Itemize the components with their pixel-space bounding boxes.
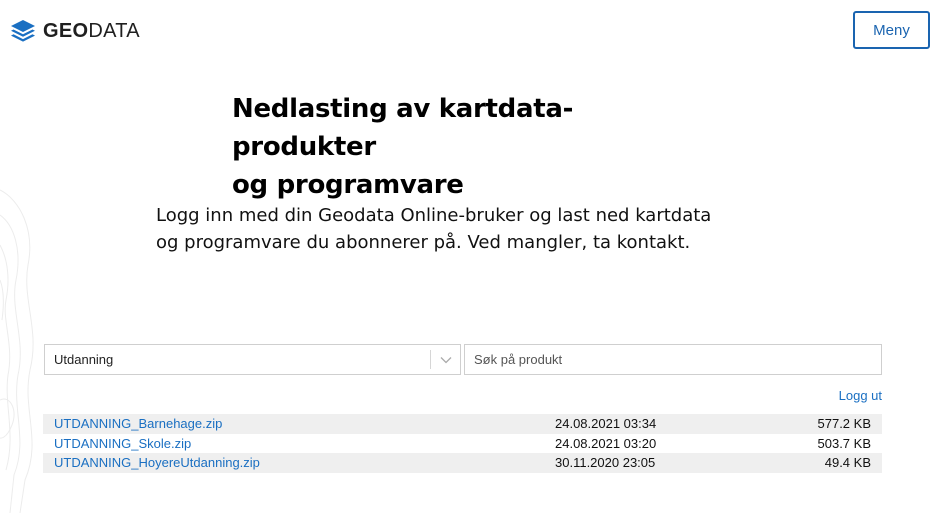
file-date: 24.08.2021 03:34 xyxy=(555,416,657,432)
page-title-line-1: Nedlasting av kartdata-produkter xyxy=(232,94,574,162)
file-date: 30.11.2020 23:05 xyxy=(555,455,656,471)
category-select[interactable]: Utdanning xyxy=(44,344,461,375)
category-select-value: Utdanning xyxy=(54,352,114,367)
intro-text: Logg inn med din Geodata Online-bruker o… xyxy=(156,205,712,253)
logout-link[interactable]: Logg ut xyxy=(820,388,882,403)
product-search-input[interactable] xyxy=(464,344,882,375)
file-list: UTDANNING_Barnehage.zip 24.08.2021 03:34… xyxy=(43,414,882,473)
file-size: 577.2 KB xyxy=(817,416,872,432)
file-row: UTDANNING_Barnehage.zip 24.08.2021 03:34… xyxy=(43,414,882,434)
logo-text-light: DATA xyxy=(88,19,140,42)
file-row: UTDANNING_Skole.zip 24.08.2021 03:20 503… xyxy=(43,434,882,454)
chevron-down-icon[interactable] xyxy=(431,356,460,364)
logo-text-bold: GEO xyxy=(43,19,89,42)
menu-button[interactable]: Meny xyxy=(853,11,930,49)
file-download-link[interactable]: UTDANNING_Barnehage.zip xyxy=(43,416,555,431)
file-size: 49.4 KB xyxy=(824,455,871,471)
file-download-link[interactable]: UTDANNING_Skole.zip xyxy=(43,436,555,451)
logo-wordmark: GEODATA xyxy=(43,20,140,43)
layers-stack-icon xyxy=(11,20,35,42)
file-size: 503.7 KB xyxy=(817,435,872,451)
file-date: 24.08.2021 03:20 xyxy=(555,435,657,451)
file-row: UTDANNING_HoyereUtdanning.zip 30.11.2020… xyxy=(43,453,882,473)
geodata-logo[interactable]: GEODATA xyxy=(10,18,140,44)
page-title-line-2: og programvare xyxy=(232,170,464,200)
page-title: Nedlasting av kartdata-produkter og progr… xyxy=(232,90,712,204)
file-download-link[interactable]: UTDANNING_HoyereUtdanning.zip xyxy=(43,455,555,470)
